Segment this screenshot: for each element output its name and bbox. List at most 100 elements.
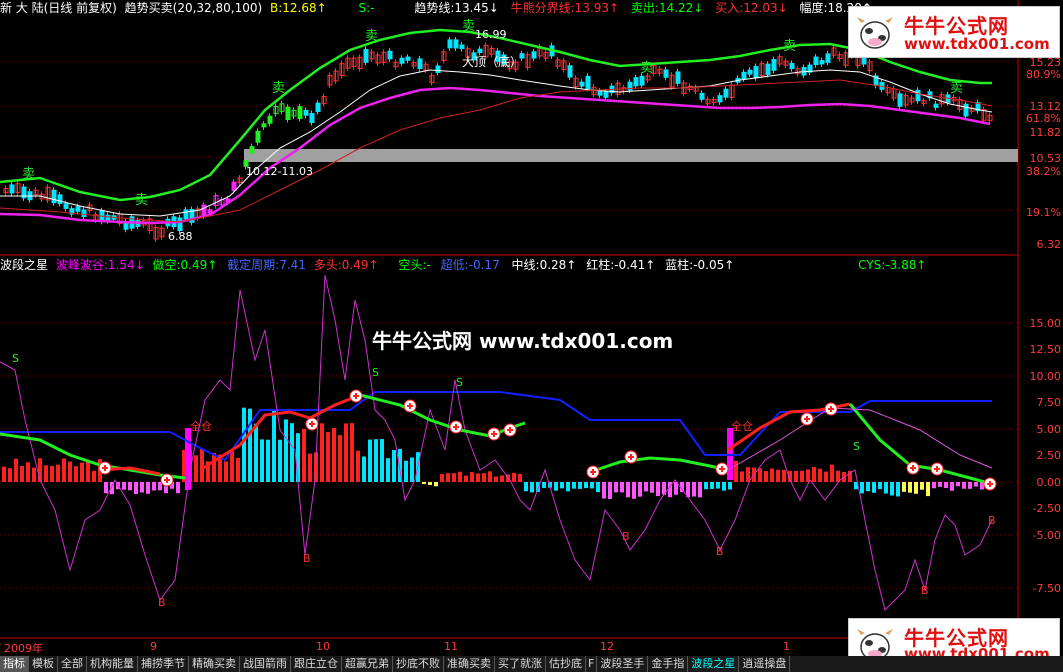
histogram-bar	[878, 482, 882, 490]
histogram-bar	[830, 464, 834, 482]
candle	[747, 69, 753, 75]
candle	[75, 206, 81, 212]
tab-all[interactable]: 全部	[58, 656, 87, 672]
axis-label: -5.00	[1032, 529, 1061, 542]
histogram-bar	[716, 482, 720, 489]
histogram-bar	[530, 482, 534, 493]
histogram-bar	[812, 466, 816, 482]
candle	[57, 194, 63, 204]
histogram-bar	[710, 482, 714, 489]
tab-precise[interactable]: 精确买卖	[189, 656, 240, 672]
sell-mark: 卖	[135, 193, 148, 208]
histogram-bar	[704, 482, 708, 490]
histogram-bar	[746, 467, 750, 482]
candle	[285, 106, 291, 121]
candle	[567, 65, 573, 78]
histogram-bar	[608, 482, 612, 499]
center-watermark: 牛牛公式网 www.tdx001.com	[372, 329, 674, 353]
tab-leisure[interactable]: 逍遥操盘	[739, 656, 791, 672]
histogram-bar	[596, 482, 600, 493]
histogram-bar	[968, 482, 972, 489]
candle	[765, 63, 771, 76]
s-label: S	[372, 366, 379, 379]
histogram-bar	[542, 482, 546, 488]
histogram-bar	[104, 482, 108, 494]
candle	[753, 66, 759, 79]
histogram-bar	[722, 482, 726, 491]
tab-bottom[interactable]: 抄底不败	[393, 656, 444, 672]
tab-rise[interactable]: 买了就涨	[495, 656, 546, 672]
date-label: 10	[316, 640, 330, 653]
histogram-bar	[920, 482, 924, 490]
axis-label: 7.50	[1036, 396, 1062, 409]
histogram-bar	[290, 423, 294, 482]
sell-mark: 卖	[22, 167, 35, 182]
candle	[813, 56, 819, 66]
tab-wave-star[interactable]: 波段之星	[688, 656, 740, 672]
histogram-bar	[494, 476, 498, 482]
candle	[303, 109, 309, 116]
candle	[741, 71, 747, 80]
histogram-bar	[428, 482, 432, 486]
histogram-bar	[446, 473, 450, 482]
wave-green-4	[848, 403, 993, 486]
histogram-bar	[44, 465, 48, 482]
histogram-bar	[926, 482, 930, 497]
candle	[363, 49, 369, 63]
candle	[177, 217, 183, 232]
histogram-bar	[32, 467, 36, 482]
axis-label: 11.82	[1029, 126, 1062, 139]
candle	[435, 65, 441, 74]
histogram-bar	[536, 482, 540, 492]
candle	[81, 209, 87, 217]
histogram-bar	[374, 439, 378, 482]
histogram-bar	[824, 471, 828, 482]
b-label: B	[622, 530, 630, 543]
histogram-bar	[452, 473, 456, 482]
histogram-bar	[278, 439, 282, 482]
histogram-bar	[644, 482, 648, 492]
tab-accurate[interactable]: 准确买卖	[444, 656, 495, 672]
candle	[51, 189, 57, 204]
histogram-bar	[518, 473, 522, 482]
histogram-bar	[326, 432, 330, 482]
candle	[603, 91, 609, 98]
top-bottom-label: 大顶（底）	[462, 54, 522, 69]
histogram-bar	[578, 482, 582, 489]
tab-fishing[interactable]: 捕捞季节	[138, 656, 189, 672]
histogram-bar	[350, 423, 354, 482]
b-label: B	[716, 545, 724, 558]
tab-wave-master[interactable]: 波段圣手	[597, 656, 649, 672]
tab-estimate[interactable]: 估抄底	[546, 656, 586, 672]
axis-label: 0.00	[1036, 476, 1062, 489]
candle	[183, 209, 189, 220]
high-price-label: 16.99	[475, 28, 507, 41]
histogram-bar	[908, 482, 912, 493]
sell-marks: 卖 卖 卖 卖 卖 卖 卖 卖	[22, 19, 963, 208]
axis-label: 5.00	[1036, 423, 1062, 436]
histogram-bar	[2, 466, 6, 482]
wave-green-2	[359, 393, 526, 438]
tab-arrows[interactable]: 战国箭雨	[240, 656, 291, 672]
histogram-bar	[692, 482, 696, 497]
histogram-bar	[740, 471, 744, 482]
histogram-bar	[902, 482, 906, 492]
tab-follow[interactable]: 跟庄立仓	[291, 656, 342, 672]
histogram-bar	[728, 482, 732, 490]
candle	[915, 89, 921, 102]
histogram-bar	[656, 482, 660, 497]
tab-golden[interactable]: 金手指	[648, 656, 689, 672]
low-price-label: 6.88	[168, 230, 193, 243]
histogram-bar	[80, 462, 84, 482]
axis-label: 12.50	[1029, 343, 1062, 356]
tab-indicator[interactable]: 指标	[0, 656, 29, 672]
tab-brothers[interactable]: 超赢兄弟	[342, 656, 393, 672]
histogram-bar	[650, 482, 654, 493]
histogram-bar	[614, 482, 618, 493]
candle	[249, 146, 255, 154]
candle	[417, 58, 423, 69]
sell-mark: 卖	[640, 61, 653, 76]
histogram-bar	[890, 482, 894, 496]
tab-institution[interactable]: 机构能量	[87, 656, 138, 672]
tab-template[interactable]: 模板	[29, 656, 58, 672]
